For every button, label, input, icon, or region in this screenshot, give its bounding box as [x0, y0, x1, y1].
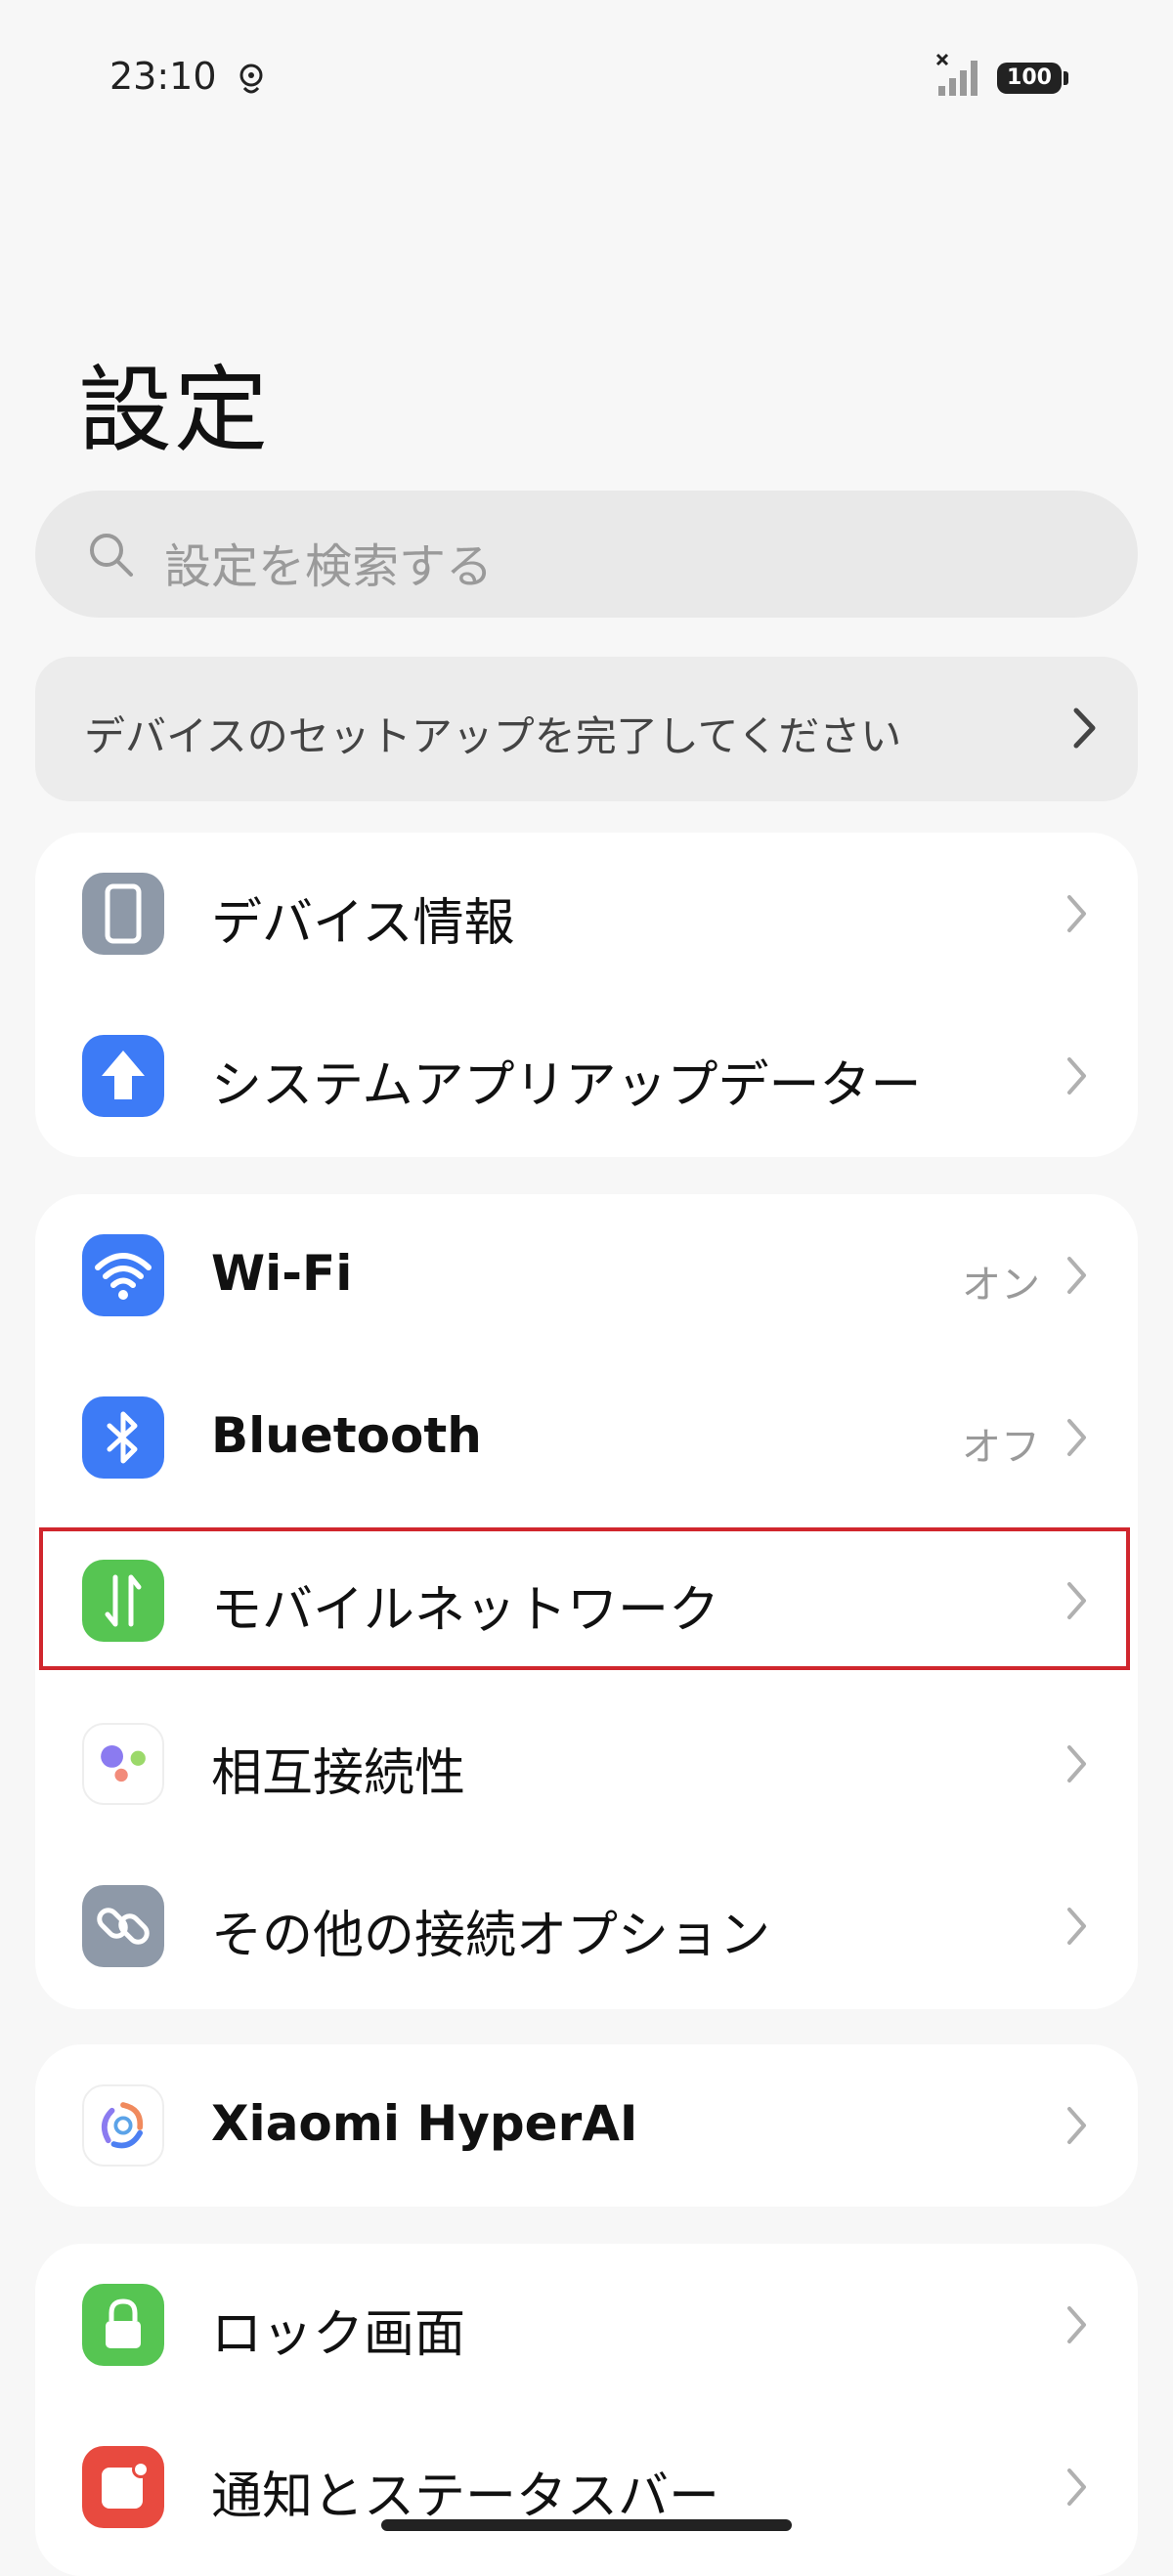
phone-icon: [82, 873, 164, 955]
location-icon: [239, 64, 263, 94]
settings-item-interconnectivity[interactable]: 相互接続性: [35, 1683, 1138, 1845]
arrow-up-icon: [82, 1035, 164, 1117]
chevron-right-icon: [1067, 1057, 1086, 1095]
settings-item-wifi[interactable]: Wi-Fi オン: [35, 1194, 1138, 1356]
setup-banner-text: デバイスのセットアップを完了してください: [84, 712, 902, 760]
interconnect-icon: [82, 1723, 164, 1805]
settings-item-device-info[interactable]: デバイス情報: [35, 833, 1138, 995]
highlight-box: [39, 1527, 1130, 1670]
battery-icon: 100: [997, 63, 1068, 94]
settings-item-label: 相互接続性: [211, 1744, 466, 1803]
status-bar: 23:10 100: [0, 0, 1173, 156]
chevron-right-icon: [1067, 1257, 1086, 1294]
settings-item-value: オン: [962, 1263, 1040, 1308]
chevron-right-icon: [1067, 2469, 1086, 2506]
settings-item-xiaomi-hyperai[interactable]: Xiaomi HyperAI: [35, 2044, 1138, 2207]
chevron-right-icon: [1067, 1745, 1086, 1782]
settings-group-ai: Xiaomi HyperAI: [35, 2044, 1138, 2207]
search-input[interactable]: 設定を検索する: [35, 491, 1138, 618]
chevron-right-icon: [1067, 1419, 1086, 1456]
settings-item-notifications-status-bar[interactable]: 通知とステータスバー: [35, 2406, 1138, 2568]
settings-item-system-app-updater[interactable]: システムアプリアップデーター: [35, 995, 1138, 1157]
wifi-icon: [82, 1234, 164, 1316]
settings-item-label: 通知とステータスバー: [211, 2468, 720, 2526]
hyperai-icon: [82, 2084, 164, 2167]
setup-banner[interactable]: デバイスのセットアップを完了してください: [35, 657, 1138, 801]
chevron-right-icon: [1067, 895, 1086, 932]
settings-group-device: デバイス情報 システムアプリアップデーター: [35, 833, 1138, 1157]
chevron-right-icon: [1067, 2306, 1086, 2343]
settings-item-value: オフ: [962, 1425, 1040, 1470]
settings-item-label: ロック画面: [211, 2305, 466, 2364]
settings-item-label: デバイス情報: [211, 894, 515, 953]
settings-item-lock-screen[interactable]: ロック画面: [35, 2244, 1138, 2406]
bluetooth-icon: [82, 1396, 164, 1479]
link-icon: [82, 1885, 164, 1967]
settings-item-other-connection-options[interactable]: その他の接続オプション: [35, 1845, 1138, 2007]
signal-icon: [935, 53, 978, 96]
home-indicator[interactable]: [381, 2519, 792, 2531]
status-time: 23:10: [109, 55, 217, 98]
notification-icon: [82, 2446, 164, 2528]
settings-item-label: Wi-Fi: [211, 1245, 353, 1302]
settings-item-label: システムアプリアップデーター: [211, 1056, 922, 1115]
settings-item-label: Bluetooth: [211, 1407, 482, 1464]
lock-icon: [82, 2284, 164, 2366]
settings-item-label: Xiaomi HyperAI: [211, 2095, 638, 2152]
search-placeholder: 設定を検索する: [164, 539, 494, 594]
page-title: 設定: [78, 356, 270, 465]
chevron-right-icon: [1073, 708, 1096, 749]
chevron-right-icon: [1067, 2107, 1086, 2144]
search-icon: [90, 534, 133, 577]
settings-item-label: その他の接続オプション: [211, 1907, 771, 1965]
settings-item-bluetooth[interactable]: Bluetooth オフ: [35, 1356, 1138, 1519]
chevron-right-icon: [1067, 1908, 1086, 1945]
